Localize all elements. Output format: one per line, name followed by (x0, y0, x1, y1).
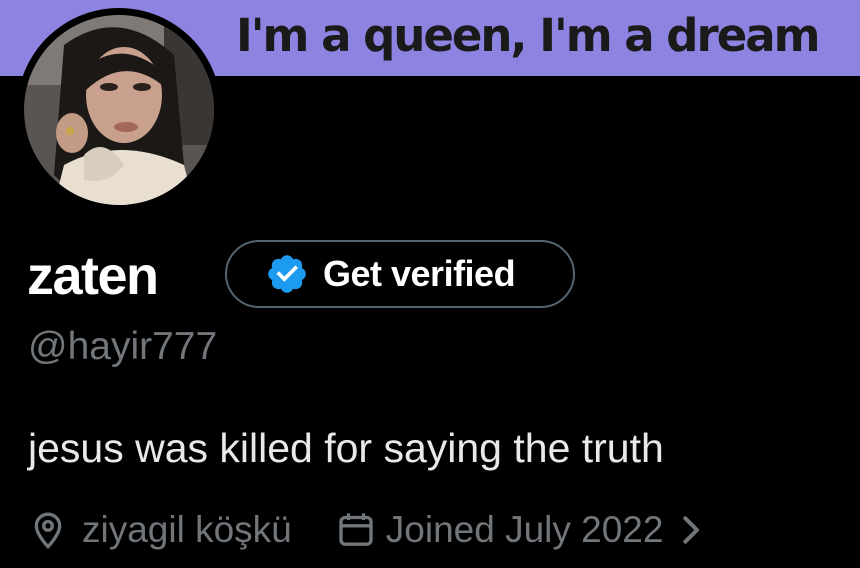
profile-bio: jesus was killed for saying the truth (28, 425, 664, 471)
location-pin-icon (34, 512, 62, 550)
profile-meta-row: ziyagil köşkü Joined July 2022 (28, 504, 703, 556)
joined-date-text: Joined July 2022 (385, 509, 664, 550)
location-text: ziyagil köşkü (82, 509, 292, 550)
joined-date-item[interactable]: Joined July 2022 (292, 509, 704, 551)
username-handle: @hayir777 (28, 325, 218, 368)
avatar[interactable] (24, 15, 214, 205)
get-verified-label: Get verified (323, 253, 516, 294)
display-name: zaten (27, 246, 159, 306)
chevron-right-icon (683, 516, 700, 544)
location-item: ziyagil köşkü (28, 509, 292, 551)
get-verified-button[interactable]: Get verified (225, 240, 575, 308)
avatar-photo (24, 15, 214, 205)
banner-text: I'm a queen, I'm a dream (236, 9, 820, 62)
calendar-icon (339, 513, 373, 546)
verified-badge-icon (268, 255, 306, 293)
